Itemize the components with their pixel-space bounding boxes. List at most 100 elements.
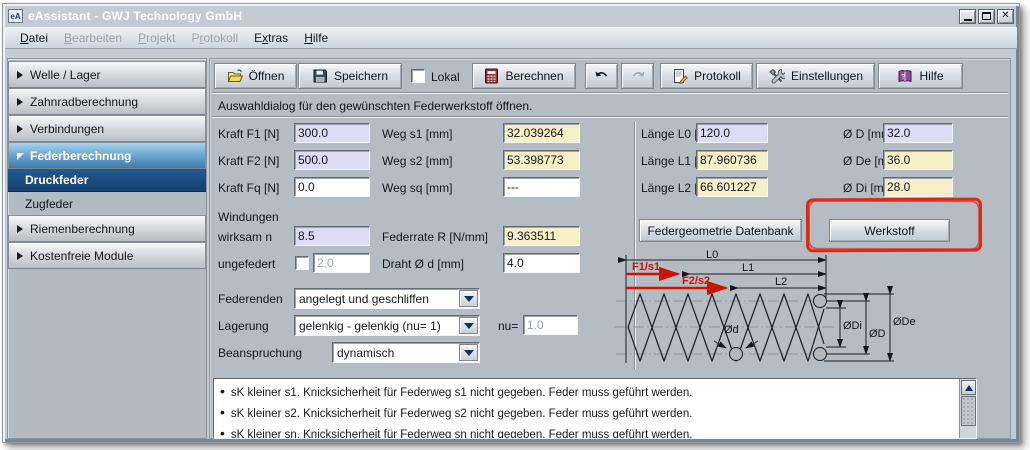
laenge-l1-input[interactable] bbox=[696, 150, 768, 170]
undo-button[interactable] bbox=[585, 63, 618, 89]
window-title: eAssistant - GWJ Technology GmbH bbox=[28, 9, 959, 23]
federgeometrie-datenbank-button[interactable]: Federgeometrie Datenbank bbox=[639, 219, 802, 242]
werkstoff-button[interactable]: Werkstoff bbox=[829, 219, 950, 242]
weg-s1-label: Weg s1 [mm] bbox=[382, 127, 452, 141]
sidebar-item-zugfeder[interactable]: Zugfeder bbox=[8, 192, 206, 215]
svg-text:?: ? bbox=[901, 74, 905, 81]
kraft-f2-input[interactable] bbox=[294, 150, 370, 170]
kraft-fq-input[interactable] bbox=[294, 177, 370, 197]
sidebar-item-label: Federberechnung bbox=[30, 149, 131, 163]
de-input[interactable] bbox=[883, 150, 953, 170]
settings-button[interactable]: Einstellungen bbox=[756, 63, 875, 89]
calculator-icon bbox=[484, 68, 499, 84]
open-folder-icon bbox=[227, 68, 243, 84]
weg-s2-label: Weg s2 [mm] bbox=[382, 154, 452, 168]
label-d-wire: Ød bbox=[724, 324, 739, 336]
settings-button-label: Einstellungen bbox=[791, 69, 863, 83]
dropdown-button[interactable] bbox=[459, 290, 478, 307]
close-button[interactable]: ✕ bbox=[997, 9, 1014, 24]
dropdown-button[interactable] bbox=[459, 344, 478, 361]
d-input[interactable] bbox=[883, 123, 953, 143]
sidebar-item-label: Zugfeder bbox=[25, 197, 73, 211]
nu-input bbox=[523, 315, 578, 335]
undo-icon bbox=[594, 70, 610, 82]
federrate-label: Federrate R [N/mm] bbox=[382, 230, 488, 244]
sidebar-item-riemenberechnung[interactable]: Riemenberechnung bbox=[8, 215, 206, 242]
sidebar-item-welle-lager[interactable]: Welle / Lager bbox=[8, 61, 206, 88]
scrollbar-thumb[interactable] bbox=[961, 396, 976, 426]
federrate-input[interactable] bbox=[503, 226, 580, 246]
local-checkbox[interactable] bbox=[411, 69, 425, 83]
weg-sq-input[interactable] bbox=[503, 177, 580, 197]
sidebar-item-verbindungen[interactable]: Verbindungen bbox=[8, 115, 206, 142]
label-l1: L1 bbox=[742, 262, 754, 274]
protocol-button[interactable]: Protokoll bbox=[660, 63, 753, 89]
beanspruchung-value: dynamisch bbox=[333, 346, 459, 360]
save-button[interactable]: Speichern bbox=[298, 63, 402, 89]
help-book-icon: ? bbox=[897, 69, 913, 84]
lagerung-select[interactable]: gelenkig - gelenkig (nu= 1) bbox=[294, 315, 480, 336]
maximize-icon bbox=[982, 12, 991, 20]
menu-datei[interactable]: Datei bbox=[12, 29, 56, 47]
lagerung-value: gelenkig - gelenkig (nu= 1) bbox=[295, 319, 459, 333]
beanspruchung-select[interactable]: dynamisch bbox=[332, 342, 480, 363]
wirksam-n-label: wirksam n bbox=[218, 230, 272, 244]
spring-diagram: L0 F1/s1 L1 F2/s2 L2 Ød ØDi bbox=[614, 249, 1004, 375]
scrollbar[interactable] bbox=[959, 379, 976, 439]
windungen-heading: Windungen bbox=[218, 210, 279, 224]
minimize-button[interactable] bbox=[959, 9, 976, 24]
protocol-button-label: Protokoll bbox=[694, 69, 741, 83]
ungefedert-input bbox=[313, 253, 370, 273]
chevron-down-icon bbox=[464, 350, 474, 356]
maximize-button[interactable] bbox=[978, 9, 995, 24]
beanspruchung-label: Beanspruchung bbox=[218, 346, 302, 360]
sidebar-item-kostenfreie-module[interactable]: Kostenfreie Module bbox=[8, 242, 206, 269]
sidebar-item-federberechnung[interactable]: Federberechnung bbox=[8, 142, 206, 169]
scroll-up-button[interactable] bbox=[961, 380, 976, 395]
nu-label: nu= bbox=[498, 319, 518, 333]
sidebar-item-label: Welle / Lager bbox=[30, 68, 100, 82]
kraft-f1-label: Kraft F1 [N] bbox=[218, 127, 279, 141]
label-f1-s1: F1/s1 bbox=[632, 261, 660, 273]
sidebar-item-label: Verbindungen bbox=[30, 122, 104, 136]
ungefedert-checkbox[interactable] bbox=[295, 256, 309, 270]
dropdown-button[interactable] bbox=[459, 317, 478, 334]
calculate-button[interactable]: Berechnen bbox=[472, 63, 576, 89]
app-window: eA eAssistant - GWJ Technology GmbH ✕ Da… bbox=[2, 3, 1020, 443]
menu-bar: Datei Bearbeiten Projekt Protokoll Extra… bbox=[5, 27, 1017, 49]
di-input[interactable] bbox=[883, 177, 953, 197]
lagerung-label: Lagerung bbox=[218, 319, 269, 333]
open-button[interactable]: Öffnen bbox=[214, 63, 297, 89]
weg-s1-input[interactable] bbox=[503, 123, 580, 143]
redo-icon bbox=[630, 70, 646, 82]
menu-extras[interactable]: Extras bbox=[246, 29, 296, 47]
label-l0: L0 bbox=[706, 249, 718, 261]
federenden-value: angelegt und geschliffen bbox=[295, 292, 459, 306]
kraft-f1-input[interactable] bbox=[294, 123, 370, 143]
ungefedert-label: ungefedert bbox=[218, 257, 275, 271]
weg-sq-label: Weg sq [mm] bbox=[382, 181, 452, 195]
chevron-right-icon bbox=[17, 71, 23, 79]
sidebar-item-label: Druckfeder bbox=[25, 173, 88, 187]
close-icon: ✕ bbox=[1001, 11, 1009, 21]
tools-icon bbox=[768, 68, 785, 84]
save-floppy-icon bbox=[312, 68, 328, 84]
wirksam-n-input[interactable] bbox=[294, 226, 370, 246]
save-button-label: Speichern bbox=[334, 69, 388, 83]
help-button-label: Hilfe bbox=[919, 69, 943, 83]
divider bbox=[212, 92, 1008, 94]
federenden-select[interactable]: angelegt und geschliffen bbox=[294, 288, 480, 309]
label-l2: L2 bbox=[775, 276, 787, 288]
laenge-l2-input[interactable] bbox=[696, 177, 768, 197]
weg-s2-input[interactable] bbox=[503, 150, 580, 170]
kraft-f2-label: Kraft F2 [N] bbox=[218, 154, 279, 168]
sidebar-item-druckfeder[interactable]: Druckfeder bbox=[8, 169, 206, 192]
chevron-right-icon bbox=[17, 125, 23, 133]
sidebar-item-label: Riemenberechnung bbox=[30, 222, 135, 236]
laenge-l0-input[interactable] bbox=[696, 123, 768, 143]
menu-hilfe[interactable]: Hilfe bbox=[296, 29, 336, 47]
help-button[interactable]: ? Hilfe bbox=[878, 63, 963, 89]
sidebar-item-zahnradberechnung[interactable]: Zahnradberechnung bbox=[8, 88, 206, 115]
draht-input[interactable] bbox=[503, 253, 580, 273]
chevron-down-icon bbox=[464, 323, 474, 329]
